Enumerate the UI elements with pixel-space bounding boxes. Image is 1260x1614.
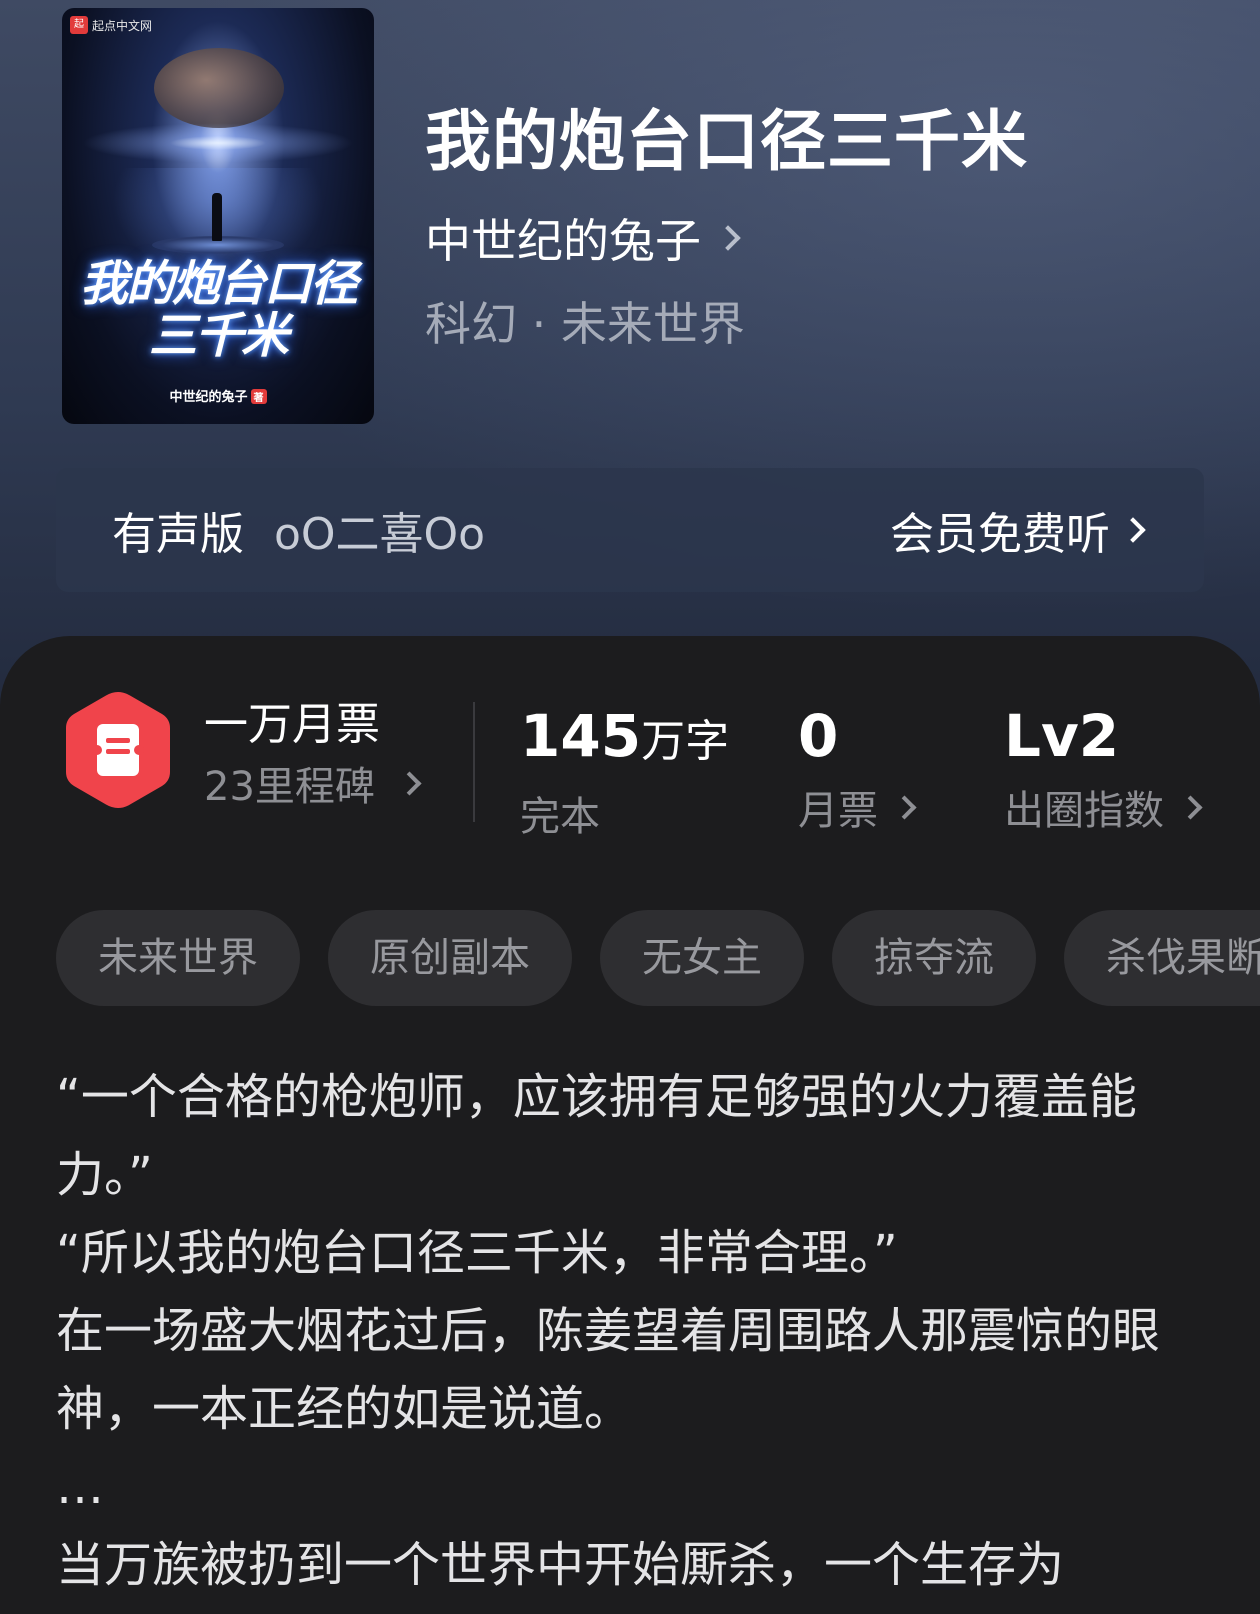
word-count-value: 145 [520, 702, 642, 770]
tag-chip[interactable]: 无女主 [600, 910, 804, 1006]
chevron-right-icon [892, 794, 917, 820]
book-title: 我的炮台口径三千米 [425, 103, 1028, 180]
genre-label: 科幻 · 未来世界 [425, 297, 745, 351]
chevron-right-icon [1178, 794, 1203, 820]
cover-title: 我的炮台口径三千米 [79, 256, 358, 364]
chevron-right-icon [1120, 517, 1146, 543]
author-name: 中世纪的兔子 [425, 214, 701, 268]
tag-chip[interactable]: 未来世界 [56, 910, 300, 1006]
stat-divider [473, 702, 475, 822]
tag-chip[interactable]: 原创副本 [328, 910, 572, 1006]
ticket-hexagon-icon[interactable] [62, 688, 174, 812]
chevron-right-icon [397, 770, 422, 796]
cover-beam-art [82, 123, 354, 163]
tag-chip[interactable]: 杀伐果断 [1064, 910, 1260, 1006]
audio-version-label: 有声版 [112, 509, 244, 560]
influence-level-value: Lv2 [1004, 702, 1120, 770]
cover-figure-art [212, 193, 222, 241]
author-link[interactable]: 中世纪的兔子 [425, 205, 741, 271]
book-cover[interactable]: 起 起点中文网 我的炮台口径三千米 中世纪的兔子著 [62, 8, 374, 424]
milestone-link[interactable]: 23里程碑 [204, 754, 422, 812]
cover-author: 中世纪的兔子 [169, 390, 248, 405]
audio-version-bar[interactable]: 有声版 oO二喜Oo 会员免费听 [56, 468, 1204, 592]
audio-narrator: oO二喜Oo [274, 509, 486, 560]
publisher-logo-icon: 起 [70, 16, 88, 34]
status-label: 完本 [520, 794, 600, 840]
cover-author-line: 中世纪的兔子著 [62, 386, 374, 405]
chevron-right-icon [715, 225, 741, 251]
member-free-listen-label: 会员免费听 [890, 509, 1110, 560]
word-count-stat: 145万字 完本 [520, 700, 729, 842]
milestone-title: 一万月票 [204, 699, 380, 750]
word-count-unit: 万字 [641, 716, 730, 767]
cover-planet-art [154, 48, 284, 128]
influence-index-label: 出圈指数 [1004, 788, 1164, 834]
monthly-ticket-label: 月票 [798, 788, 878, 834]
book-synopsis[interactable]: “一个合格的枪炮师，应该拥有足够强的火力覆盖能力。” “所以我的炮台口径三千米，… [56, 1058, 1196, 1604]
cover-author-stamp: 著 [250, 389, 267, 404]
cover-publisher-logo: 起 起点中文网 [70, 16, 152, 34]
book-detail-page: 起 起点中文网 我的炮台口径三千米 中世纪的兔子著 我的炮台口径三千米 中世纪的… [0, 0, 1260, 1614]
influence-index-stat[interactable]: Lv2 出圈指数 [1004, 700, 1203, 836]
tag-list: 未来世界 原创副本 无女主 掠夺流 杀伐果断 [56, 910, 1260, 1006]
tag-chip[interactable]: 掠夺流 [832, 910, 1036, 1006]
member-free-listen-button[interactable]: 会员免费听 [890, 498, 1146, 562]
cover-publisher-text: 起点中文网 [92, 18, 153, 33]
monthly-ticket-stat[interactable]: 0 月票 [798, 700, 917, 836]
milestone-subtitle: 23里程碑 [204, 764, 375, 810]
monthly-ticket-value: 0 [798, 702, 839, 770]
